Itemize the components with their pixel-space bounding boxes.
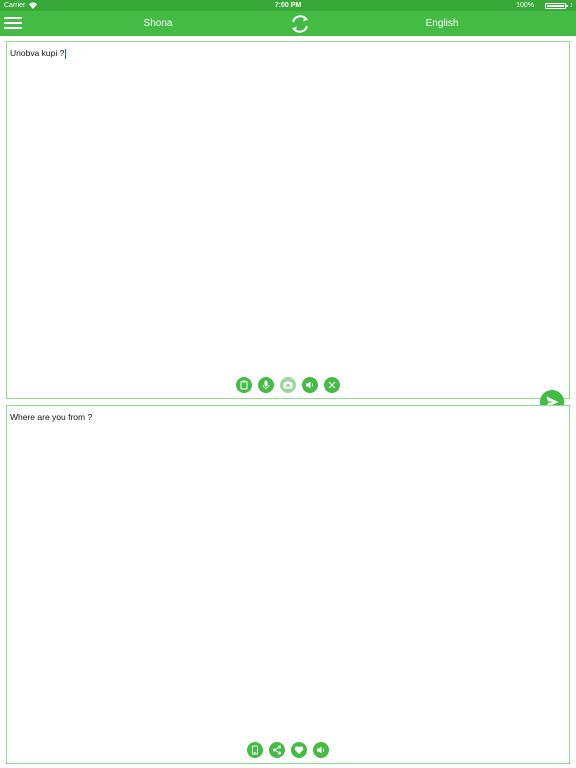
microphone-icon[interactable] [258,377,274,393]
text-cursor [65,48,67,59]
source-text: Unobva kupi ? [10,48,65,58]
source-toolbar [7,377,569,393]
target-language-button[interactable]: English [402,11,482,36]
nav-bar: Shona English [0,11,576,36]
battery-percent: 100% [516,2,534,9]
source-text-panel[interactable]: Unobva kupi ? [6,41,570,399]
charging-icon: ↕ [569,2,574,9]
translation-panel: Where are you from ? [6,405,570,764]
speaker-icon[interactable] [302,377,318,393]
status-bar: Carrier 7:00 PM 100% ↕ [0,0,576,11]
camera-icon[interactable] [280,377,296,393]
menu-icon[interactable] [4,15,23,31]
battery-icon [545,3,568,9]
speaker-icon[interactable] [313,742,329,758]
share-icon[interactable] [269,742,285,758]
swap-languages-icon[interactable] [289,13,311,35]
copy-icon[interactable] [247,742,263,758]
source-text-input[interactable]: Unobva kupi ? [10,48,67,59]
translated-text: Where are you from ? [10,412,93,422]
translation-toolbar [7,742,569,758]
clear-icon[interactable] [324,377,340,393]
clipboard-icon[interactable] [236,377,252,393]
clock: 7:00 PM [274,2,302,9]
source-language-button[interactable]: Shona [118,11,198,36]
favorite-icon[interactable] [291,742,307,758]
